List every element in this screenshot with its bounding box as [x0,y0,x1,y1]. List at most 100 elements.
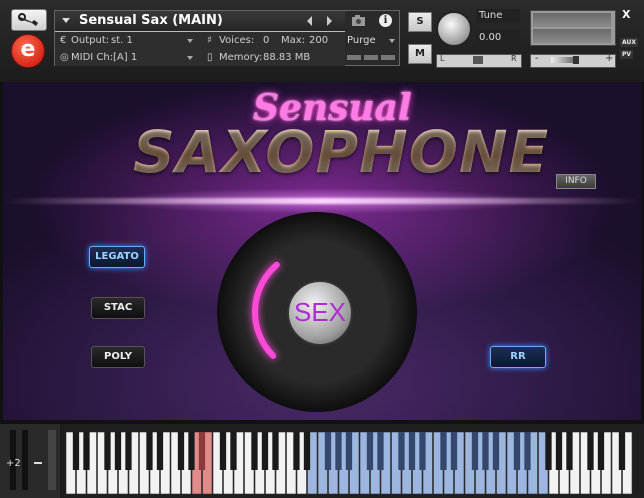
black-key[interactable] [83,432,90,470]
level-meter [530,10,616,46]
midi-label: MIDI Ch: [71,52,114,63]
tune-knob[interactable] [436,11,472,47]
black-key[interactable] [219,432,227,470]
black-key[interactable] [524,432,531,470]
black-key[interactable] [618,432,626,470]
instrument-title[interactable]: Sensual Sax (MAIN) [79,13,223,28]
black-key[interactable] [366,432,374,470]
wrench-icon [18,13,38,26]
voices-icon: ♯ [207,35,212,46]
piano-keyboard[interactable] [66,432,636,496]
pan-slider[interactable]: L R [436,54,522,68]
black-key[interactable] [272,432,279,470]
black-key[interactable] [230,432,237,470]
volume-handle[interactable] [573,56,579,64]
instrument-menu-icon[interactable] [62,18,70,23]
legato-button[interactable]: LEGATO [89,246,145,268]
purge-indicator [345,51,399,65]
main-knob[interactable]: SEX [287,280,353,346]
black-key[interactable] [303,432,311,470]
midi-row: ◎ MIDI Ch: [A] 1 ▯ Memory: 88.83 MB [55,49,345,66]
instrument-info-box: Sensual Sax (MAIN) € Output: st. 1 ♯ Voi… [54,10,400,66]
black-key[interactable] [114,432,122,470]
black-key[interactable] [587,432,594,470]
next-instrument-icon[interactable] [327,16,332,26]
pan-handle[interactable] [473,56,483,64]
black-key[interactable] [440,432,447,470]
memory-icon: ▯ [207,52,213,63]
black-key[interactable] [72,432,80,470]
black-key[interactable] [324,432,332,470]
black-key[interactable] [377,432,384,470]
black-key[interactable] [471,432,479,470]
output-row: € Output: st. 1 ♯ Voices: 0 Max: 200 [55,32,345,49]
output-label: Output: [71,35,110,46]
black-key[interactable] [125,432,132,470]
black-key[interactable] [597,432,605,470]
camera-icon [352,15,365,26]
black-key[interactable] [566,432,573,470]
black-key[interactable] [555,432,563,470]
octave-down-icon[interactable] [34,462,42,464]
memory-value: 88.83 MB [263,52,311,63]
snapshot-camera-button[interactable] [345,11,372,31]
black-key[interactable] [450,432,458,470]
level-meter-left [533,13,611,27]
output-icon: € [60,35,67,46]
library-logo: e [11,34,45,68]
octave-label: +2 [6,458,21,469]
mute-button[interactable]: M [408,44,432,64]
poly-button[interactable]: POLY [91,346,145,368]
black-key[interactable] [293,432,300,470]
black-key[interactable] [482,432,489,470]
pv-button[interactable]: PV [620,50,634,59]
max-label: Max: [281,35,306,46]
keyboard-controls: +2 [0,424,60,498]
velocity-bar [48,430,56,490]
black-key[interactable] [261,432,269,470]
black-key[interactable] [408,432,416,470]
max-voices-value[interactable]: 200 [309,32,328,49]
level-meter-right [533,29,611,43]
instrument-header: e Sensual Sax (MAIN) € Output: st. 1 ♯ V… [0,0,644,82]
logo-letter: e [20,37,36,62]
instrument-tools: i Purge [345,11,399,65]
prev-instrument-icon[interactable] [307,16,312,26]
midi-icon: ◎ [60,52,69,63]
mod-wheel[interactable] [22,430,28,490]
close-button[interactable]: X [622,8,630,21]
rr-button[interactable]: RR [490,346,546,368]
tune-value[interactable]: 0.00 [476,30,520,45]
info-panel-button[interactable]: INFO [556,174,596,189]
black-key[interactable] [419,432,426,470]
volume-slider[interactable]: - + [530,53,616,68]
black-key[interactable] [251,432,258,470]
black-key[interactable] [492,432,500,470]
instrument-title-bar[interactable]: Sensual Sax (MAIN) [55,11,345,31]
wrench-button[interactable] [11,9,47,31]
solo-button[interactable]: S [408,12,432,32]
purge-menu[interactable]: Purge [345,32,399,49]
midi-dropdown-icon[interactable] [187,56,193,60]
black-key[interactable] [156,432,164,470]
aux-button[interactable]: AUX [620,38,638,47]
black-key[interactable] [177,432,185,470]
volume-fill [551,57,575,63]
black-key[interactable] [513,432,521,470]
stac-button[interactable]: STAC [91,297,145,319]
black-key[interactable] [104,432,111,470]
purge-dropdown-icon[interactable] [389,39,395,43]
info-button[interactable]: i [372,11,399,31]
black-key[interactable] [398,432,405,470]
output-dropdown-icon[interactable] [187,39,193,43]
black-key[interactable] [335,432,342,470]
light-flare [3,198,641,204]
black-key[interactable] [545,432,552,470]
black-key[interactable] [188,432,195,470]
output-value[interactable]: st. 1 [111,32,133,49]
black-key[interactable] [345,432,353,470]
black-key[interactable] [146,432,153,470]
black-key[interactable] [198,432,206,470]
midi-channel-value[interactable]: [A] 1 [113,49,137,66]
volume-minus: - [535,53,539,64]
